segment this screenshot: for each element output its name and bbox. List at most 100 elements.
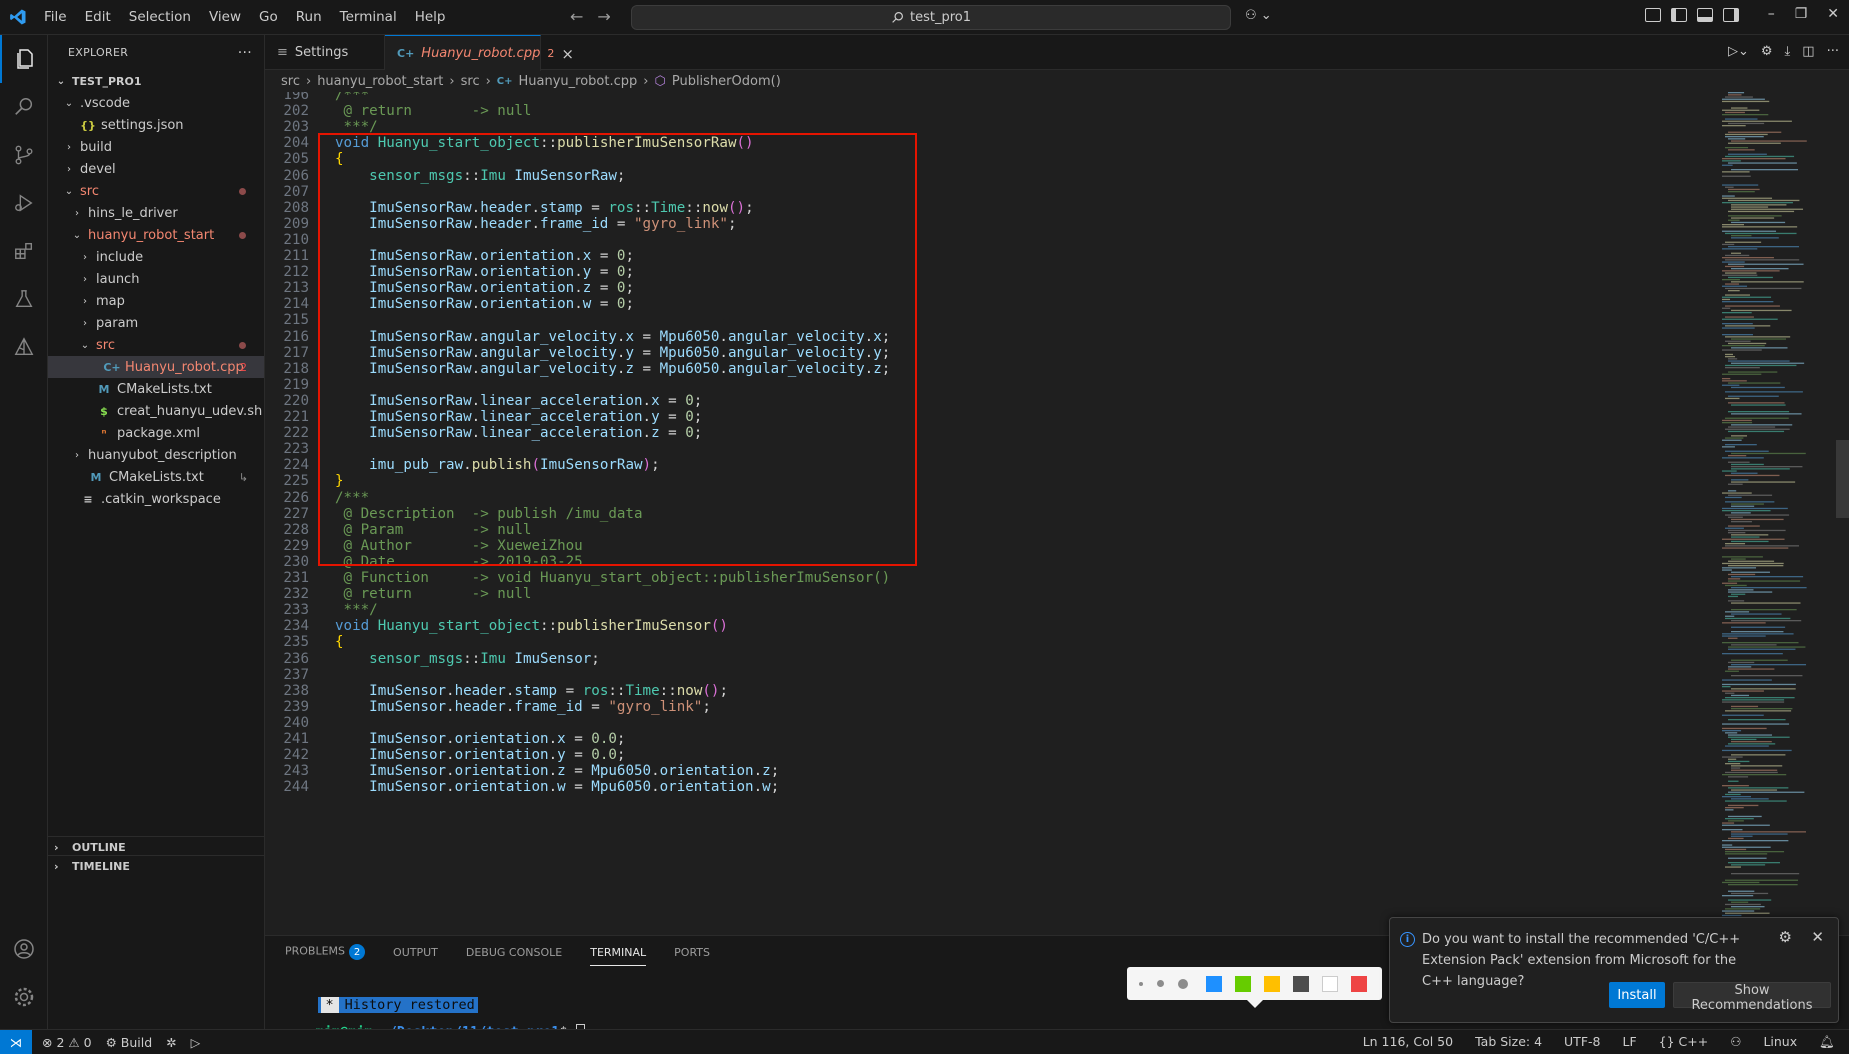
tree-item-inner-src[interactable]: ⌄ src [48,334,264,356]
copilot-icon[interactable]: ⚇ ⌄ [1245,8,1272,23]
notification-gear-icon[interactable]: ⚙ [1779,928,1792,946]
editor-scrollbar[interactable] [1836,440,1849,518]
tree-item-creat-huanyu-udev-sh[interactable]: $ creat_huanyu_udev.sh [48,400,264,422]
code-line[interactable]: 218 ImuSensorRaw.angular_velocity.z = Mp… [265,360,890,379]
tree-item-cmakelists-root[interactable]: M CMakeLists.txt ↳ [48,466,264,488]
run-code-icon[interactable]: ▷⌄ [1728,44,1749,59]
manage-gear-icon[interactable] [0,973,48,1021]
minimize-icon[interactable]: – [1768,6,1775,22]
split-editor-icon[interactable]: ◫ [1802,44,1814,59]
platform[interactable]: Linux [1763,1034,1797,1050]
toggle-sidebar-icon[interactable] [1671,8,1687,22]
cursor-position[interactable]: Ln 116, Col 50 [1363,1034,1453,1050]
tree-item-catkin-workspace[interactable]: ≡ .catkin_workspace [48,488,264,510]
tree-item-devel[interactable]: › devel [48,158,264,180]
more-actions-icon[interactable]: ··· [238,45,252,61]
settings-gear-icon[interactable]: ⚙ [1761,44,1773,59]
toggle-panel-icon[interactable] [1697,8,1713,22]
notifications-bell-icon[interactable]: 🔔︎ [1819,1034,1835,1050]
tree-item-package-xml[interactable]: ⁿ package.xml [48,422,264,444]
command-center-search[interactable]: test_pro1 [631,5,1231,30]
tab-huanyu-robot-cpp[interactable]: C+ Huanyu_robot.cpp 2 × [385,35,574,71]
color-swatch-red[interactable] [1351,975,1367,992]
problems-status[interactable]: ⊗ 2 ⚠ 0 [42,1035,92,1050]
menu-selection[interactable]: Selection [120,9,200,25]
workspace-root[interactable]: ⌄ TEST_PRO1 [48,70,264,92]
menu-terminal[interactable]: Terminal [331,9,406,25]
close-window-icon[interactable]: ✕ [1827,6,1839,22]
breadcrumb-src[interactable]: src [281,74,300,89]
remote-indicator-icon[interactable]: ⋊ [0,1029,32,1054]
brush-size-small[interactable] [1139,981,1143,986]
code-line[interactable]: 244 ImuSensor.orientation.w = Mpu6050.or… [265,778,779,797]
breadcrumb-file[interactable]: Huanyu_robot.cpp [519,74,638,89]
toggle-secondary-sidebar-icon[interactable] [1723,8,1739,22]
tab-settings[interactable]: ≡ Settings [265,35,385,70]
menu-file[interactable]: File [35,9,76,25]
tree-item-cmakelists-inner[interactable]: M CMakeLists.txt [48,378,264,400]
close-notification-icon[interactable]: ✕ [1811,928,1824,946]
menu-help[interactable]: Help [406,9,455,25]
run-debug-icon[interactable] [0,179,48,227]
code-line[interactable]: 209 ImuSensorRaw.header.frame_id = "gyro… [265,215,736,234]
show-recommendations-button[interactable]: Show Recommendations [1673,982,1831,1013]
debug-bug-icon[interactable]: ✲ [166,1035,176,1050]
tree-item-huanyu-robot-cpp[interactable]: C+ Huanyu_robot.cpp 2 [48,356,264,378]
tab-ports[interactable]: PORTS [674,946,710,959]
color-swatch-yellow[interactable] [1264,975,1280,992]
color-swatch-dark-gray[interactable] [1293,975,1309,992]
tree-item-map[interactable]: › map [48,290,264,312]
search-view-icon[interactable] [0,83,48,131]
tree-item-vscode[interactable]: ⌄ .vscode [48,92,264,114]
run-play-icon[interactable]: ▷ [191,1035,201,1050]
tree-item-build[interactable]: › build [48,136,264,158]
install-button[interactable]: Install [1609,982,1665,1008]
menu-run[interactable]: Run [287,9,331,25]
tree-item-settings-json[interactable]: {} settings.json [48,114,264,136]
color-swatch-green[interactable] [1235,975,1251,992]
tree-item-include[interactable]: › include [48,246,264,268]
color-swatch-blue[interactable] [1206,975,1222,992]
close-tab-icon[interactable]: × [561,45,574,63]
tree-item-param[interactable]: › param [48,312,264,334]
tab-debug-console[interactable]: DEBUG CONSOLE [466,946,562,959]
minimap[interactable] [1720,92,1835,935]
tab-size[interactable]: Tab Size: 4 [1475,1034,1542,1050]
end-of-line[interactable]: LF [1622,1034,1636,1050]
customize-layout-icon[interactable] [1645,8,1661,22]
breadcrumb-inner-src[interactable]: src [461,74,480,89]
encoding[interactable]: UTF-8 [1564,1034,1600,1050]
tab-terminal[interactable]: TERMINAL [590,946,647,966]
menu-go[interactable]: Go [250,9,287,25]
language-mode[interactable]: {} C++ [1659,1034,1709,1050]
testing-flask-icon[interactable] [0,275,48,323]
tree-item-hins-le-driver[interactable]: › hins_le_driver [48,202,264,224]
source-control-icon[interactable] [0,131,48,179]
tab-output[interactable]: OUTPUT [393,946,438,959]
tree-item-src[interactable]: ⌄ src [48,180,264,202]
account-icon[interactable] [0,925,48,973]
build-status[interactable]: ⚙ Build [106,1035,153,1050]
timeline-section[interactable]: › TIMELINE [48,855,265,877]
copilot-status-icon[interactable]: ⚇ [1730,1034,1741,1050]
menu-edit[interactable]: Edit [76,9,120,25]
brush-size-medium[interactable] [1157,980,1164,987]
code-editor[interactable]: 196/*** 202 @ return -> null 203 ***/204 vo… [265,92,1705,935]
color-swatch-white[interactable] [1322,975,1338,992]
extensions-icon[interactable] [0,227,48,275]
menu-view[interactable]: View [200,9,250,25]
back-arrow-icon[interactable]: ← [570,7,583,26]
explorer-icon[interactable] [0,35,48,83]
breadcrumb-huanyu-robot-start[interactable]: huanyu_robot_start [317,74,443,89]
cmake-icon[interactable] [0,323,48,371]
restore-icon[interactable]: ❐ [1795,6,1808,22]
tab-problems[interactable]: PROBLEMS 2 [285,944,366,960]
forward-arrow-icon[interactable]: → [597,7,610,26]
breadcrumb-symbol[interactable]: PublisherOdom() [672,74,781,89]
more-actions-icon[interactable]: ··· [1827,44,1839,59]
download-icon[interactable]: ⤓ [1785,44,1791,59]
tree-item-launch[interactable]: › launch [48,268,264,290]
tree-item-huanyu-robot-start[interactable]: ⌄ huanyu_robot_start [48,224,264,246]
brush-size-large[interactable] [1178,978,1188,989]
tree-item-huanyubot-description[interactable]: › huanyubot_description [48,444,264,466]
